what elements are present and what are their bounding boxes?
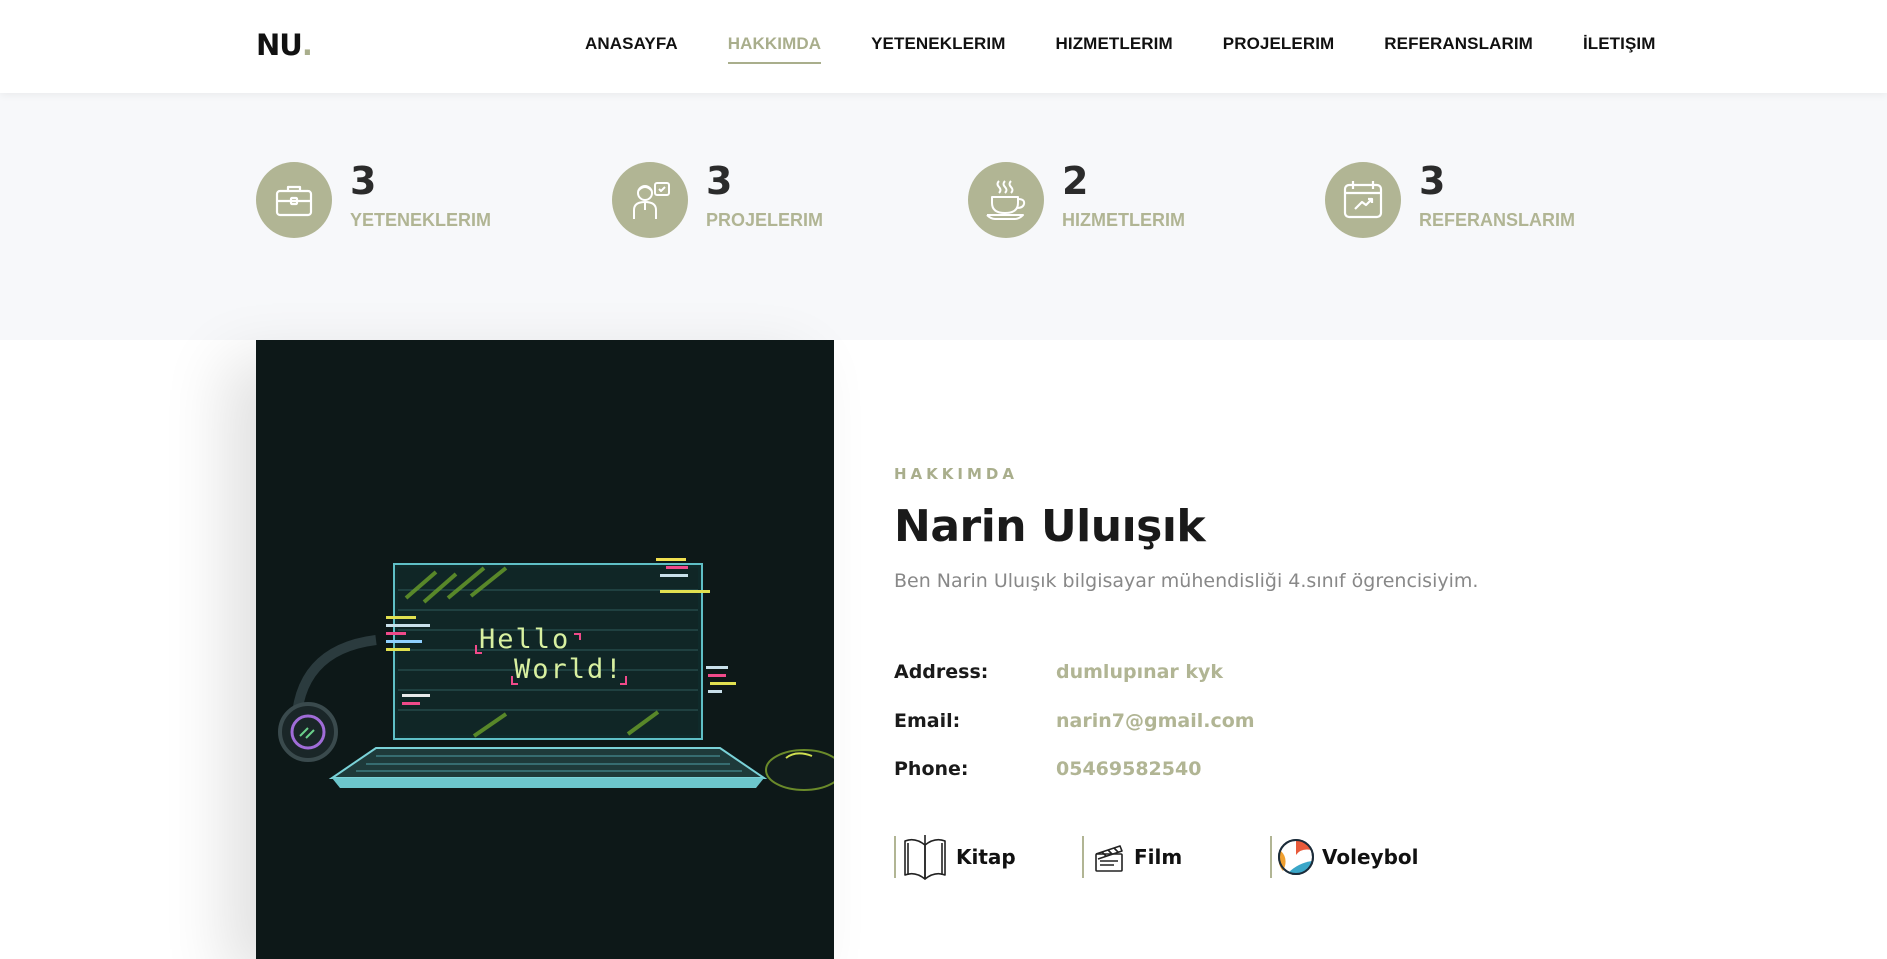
hobby-kitap: Kitap [894, 835, 1082, 880]
hobbies-list: Kitap Film Voleybol [894, 835, 1458, 880]
hobby-voleybol: Voleybol [1270, 836, 1458, 878]
contact-key: Address: [894, 661, 989, 683]
stat-value: 2 [1062, 159, 1089, 203]
section-eyebrow: HAKKIMDA [894, 465, 1018, 483]
contact-value[interactable]: narin7@gmail.com [1056, 710, 1255, 732]
book-icon [904, 835, 946, 880]
top-navbar: NU. ANASAYFA HAKKIMDA YETENEKLERIM HIZME… [0, 0, 1887, 93]
nav-link-hakkimda[interactable]: HAKKIMDA [727, 34, 822, 64]
nav-link-anasayfa[interactable]: ANASAYFA [585, 34, 678, 64]
brand-logo[interactable]: NU. [256, 28, 313, 62]
hobby-label: Voleybol [1322, 845, 1419, 869]
stat-yeteneklerim: 3 YETENEKLERIM [256, 159, 492, 238]
profile-name: Narin Uluışık [894, 501, 1206, 552]
screen-text-hello: Hello [479, 624, 570, 655]
hobby-label: Film [1134, 845, 1183, 869]
nav-link-referanslarim[interactable]: REFERANSLARIM [1384, 34, 1533, 64]
stat-label: YETENEKLERIM [350, 210, 492, 230]
nav-link-hizmetlerim[interactable]: HIZMETLERIM [1056, 34, 1173, 64]
contact-key: Email: [894, 710, 961, 732]
nav-link-iletisim[interactable]: İLETIŞIM [1583, 34, 1656, 64]
contact-key: Phone: [894, 758, 969, 780]
stat-label: REFERANSLARIM [1419, 210, 1575, 230]
coffee-cup-icon [968, 162, 1044, 238]
nav-link-projelerim[interactable]: PROJELERIM [1223, 34, 1335, 64]
stat-value: 3 [350, 159, 377, 203]
stat-projelerim: 3 PROJELERIM [612, 159, 824, 238]
stats-section: 3 YETENEKLERIM 3 PROJELERIM 2 HIZMETLERI… [0, 93, 1887, 340]
stat-value: 3 [1419, 159, 1446, 203]
hobby-label: Kitap [956, 845, 1016, 869]
clapperboard-icon [1095, 845, 1123, 872]
briefcase-icon [256, 162, 332, 238]
profile-description: Ben Narin Uluışık bilgisayar mühendisliğ… [894, 570, 1479, 592]
brand-text: NU [256, 28, 303, 62]
screen-text-world: World! [514, 654, 624, 685]
nav-link-yeteneklerim[interactable]: YETENEKLERIM [871, 34, 1005, 64]
stat-referanslarim: 3 REFERANSLARIM [1325, 159, 1575, 238]
stat-label: HIZMETLERIM [1062, 210, 1185, 230]
contact-value: dumlupınar kyk [1056, 661, 1224, 683]
profile-illustration: Hello World! [256, 340, 834, 959]
main-menu: ANASAYFA HAKKIMDA YETENEKLERIM HIZMETLER… [585, 34, 1706, 64]
calendar-chart-icon [1325, 162, 1401, 238]
stat-hizmetlerim: 2 HIZMETLERIM [968, 159, 1185, 238]
volleyball-icon [1278, 839, 1314, 875]
contact-value[interactable]: 05469582540 [1056, 758, 1201, 780]
stat-label: PROJELERIM [706, 210, 824, 230]
brand-dot: . [301, 28, 313, 62]
stat-value: 3 [706, 159, 733, 203]
hobby-film: Film [1082, 836, 1270, 878]
developer-icon [612, 162, 688, 238]
about-section: HAKKIMDA Narin Uluışık Ben Narin Uluışık… [894, 465, 1794, 592]
